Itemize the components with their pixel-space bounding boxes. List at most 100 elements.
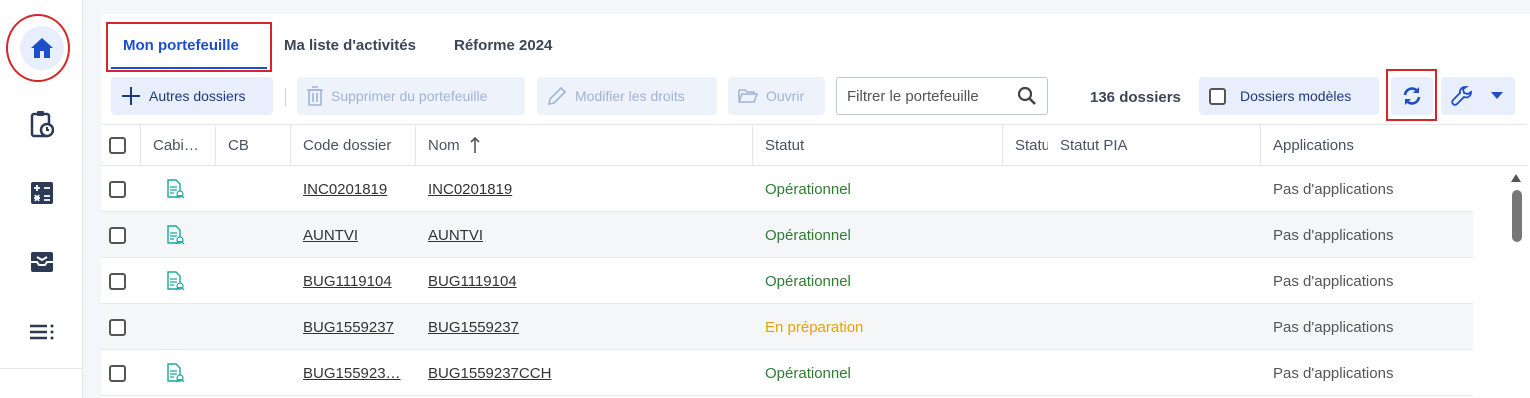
tab-mon-portefeuille[interactable]: Mon portefeuille	[123, 37, 239, 54]
statut-cell: Opérationnel	[765, 350, 995, 396]
remove-from-portfolio-label: Supprimer du portefeuille	[331, 88, 488, 104]
row-checkbox-cell	[109, 166, 139, 212]
modify-rights-label: Modifier les droits	[575, 88, 685, 104]
col-statut[interactable]: Statut	[753, 125, 1003, 165]
table-header: Cabi… CB Code dossier Nom Statut Statu S…	[101, 124, 1527, 166]
table-row[interactable]: BUG1119104 BUG1119104 Opérationnel Pas d'ap…	[101, 258, 1473, 304]
scroll-up-arrow[interactable]	[1511, 174, 1521, 182]
cabinet-cell	[165, 258, 195, 304]
applications-label: Pas d'applications	[1273, 180, 1394, 198]
sidebar-item-clipboard-clock[interactable]	[0, 99, 83, 149]
col-nom[interactable]: Nom	[416, 125, 753, 165]
applications-label: Pas d'applications	[1273, 318, 1394, 336]
row-checkbox-cell	[109, 258, 139, 304]
tools-menu-button[interactable]	[1441, 77, 1515, 115]
applications-label: Pas d'applications	[1273, 364, 1394, 382]
applications-cell: Pas d'applications	[1273, 166, 1468, 212]
model-folders-label: Dossiers modèles	[1240, 88, 1352, 104]
refresh-icon	[1403, 87, 1421, 105]
code-dossier-link[interactable]: BUG1559237	[303, 319, 394, 336]
sidebar-item-inbox[interactable]	[0, 237, 83, 287]
code-dossier-cell: BUG1119104	[303, 258, 413, 304]
modify-rights-button[interactable]: Modifier les droits	[537, 77, 717, 115]
col-applications[interactable]: Applications	[1261, 125, 1527, 165]
top-strip	[83, 0, 1530, 14]
search-icon[interactable]	[1017, 86, 1037, 106]
home-icon-bg	[19, 26, 64, 70]
tab-reforme-2024[interactable]: Réforme 2024	[454, 37, 552, 54]
portfolio-filter-input[interactable]	[847, 87, 1007, 105]
code-dossier-cell: BUG1559237	[303, 304, 413, 350]
code-dossier-link[interactable]: BUG155923…	[303, 365, 401, 382]
sidebar-item-list[interactable]	[0, 307, 83, 357]
plus-icon	[121, 86, 141, 106]
cabinet-cell	[165, 212, 195, 258]
table-row[interactable]: BUG1559237 BUG1559237 En préparation Pas d'…	[101, 304, 1473, 350]
wrench-icon	[1451, 86, 1472, 106]
remove-from-portfolio-button[interactable]: Supprimer du portefeuille	[297, 77, 525, 115]
row-checkbox[interactable]	[109, 364, 126, 382]
sidebar-item-home[interactable]	[0, 23, 83, 73]
applications-label: Pas d'applications	[1273, 226, 1394, 244]
main-panel: Mon portefeuille Ma liste d'activités Ré…	[101, 14, 1527, 398]
nom-link[interactable]: AUNTVI	[428, 227, 483, 244]
applications-cell: Pas d'applications	[1273, 212, 1468, 258]
table-row[interactable]: BUG155923… BUG1559237CCH Opérationnel Pas d…	[101, 350, 1473, 396]
model-folders-toggle[interactable]: Dossiers modèles	[1199, 77, 1379, 115]
status-label: Opérationnel	[765, 180, 851, 198]
status-label: En préparation	[765, 318, 864, 336]
caret-down-icon	[1491, 92, 1503, 99]
vertical-scrollbar[interactable]	[1507, 170, 1527, 398]
dossier-user-icon	[165, 179, 185, 199]
status-label: Opérationnel	[765, 226, 851, 244]
dossier-user-icon	[165, 363, 185, 383]
add-folders-label: Autres dossiers	[149, 88, 246, 104]
model-folders-checkbox[interactable]	[1209, 87, 1226, 105]
nom-link[interactable]: INC0201819	[428, 181, 512, 198]
add-folders-button[interactable]: Autres dossiers	[111, 77, 273, 115]
table-row[interactable]: AUNTVI AUNTVI Opérationnel Pas d'applicatio…	[101, 212, 1473, 258]
nom-link[interactable]: BUG1559237	[428, 319, 519, 336]
nom-cell: BUG1559237	[428, 304, 748, 350]
code-dossier-cell: AUNTVI	[303, 212, 413, 258]
cabinet-cell	[165, 304, 195, 350]
clipboard-clock-icon	[30, 111, 54, 138]
sidebar-divider	[0, 368, 82, 369]
tab-ma-liste-activites[interactable]: Ma liste d'activités	[284, 37, 416, 54]
nom-link[interactable]: BUG1119104	[428, 273, 517, 290]
nom-link[interactable]: BUG1559237CCH	[428, 365, 551, 382]
sidebar-item-calculator[interactable]	[0, 168, 83, 218]
nom-cell: AUNTVI	[428, 212, 748, 258]
statut-cell: Opérationnel	[765, 166, 995, 212]
pencil-icon	[547, 86, 567, 106]
row-checkbox-cell	[109, 350, 139, 396]
active-tab-underline	[111, 67, 267, 69]
select-all-checkbox[interactable]	[109, 136, 126, 154]
statut-cell: En préparation	[765, 304, 995, 350]
open-button[interactable]: Ouvrir	[728, 77, 825, 115]
col-statut-pia[interactable]: Statut PIA	[1048, 125, 1261, 165]
col-cb[interactable]: CB	[216, 125, 291, 165]
col-cabinet[interactable]: Cabi…	[141, 125, 216, 165]
code-dossier-link[interactable]: INC0201819	[303, 181, 387, 198]
nom-cell: BUG1119104	[428, 258, 748, 304]
code-dossier-link[interactable]: AUNTVI	[303, 227, 358, 244]
applications-cell: Pas d'applications	[1273, 258, 1468, 304]
statut-cell: Opérationnel	[765, 258, 995, 304]
table-row[interactable]: INC0201819 INC0201819 Opérationnel Pas d'ap…	[101, 166, 1473, 212]
refresh-button[interactable]	[1391, 77, 1433, 115]
list-menu-icon	[29, 324, 53, 340]
sidebar	[0, 0, 83, 398]
row-checkbox-cell	[109, 212, 139, 258]
code-dossier-link[interactable]: BUG1119104	[303, 273, 392, 290]
row-checkbox[interactable]	[109, 272, 126, 290]
row-checkbox[interactable]	[109, 180, 126, 198]
scroll-thumb[interactable]	[1512, 190, 1522, 242]
col-statut-short[interactable]: Statu	[1003, 125, 1048, 165]
cabinet-cell	[165, 166, 195, 212]
nom-cell: BUG1559237CCH	[428, 350, 748, 396]
row-checkbox[interactable]	[109, 318, 126, 336]
row-checkbox[interactable]	[109, 226, 126, 244]
col-code-dossier[interactable]: Code dossier	[291, 125, 416, 165]
status-label: Opérationnel	[765, 272, 851, 290]
